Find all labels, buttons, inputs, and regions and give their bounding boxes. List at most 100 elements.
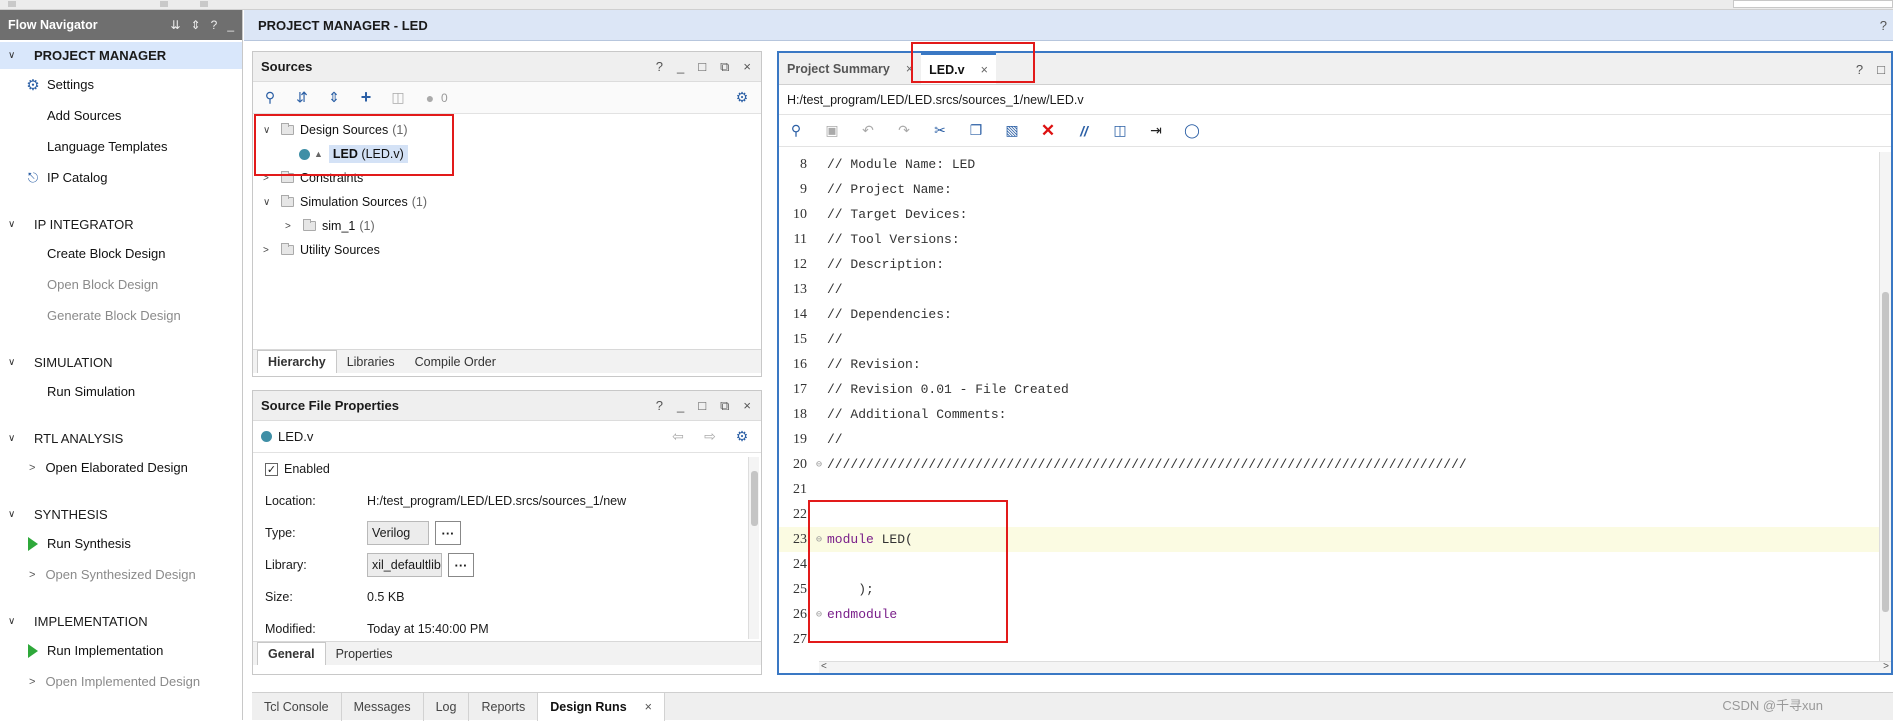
- chevron-right-icon[interactable]: >: [29, 676, 35, 688]
- code-line[interactable]: 13//: [779, 277, 1879, 302]
- chevron-down-icon[interactable]: ∨: [8, 433, 22, 444]
- nav-item-generate-block-design[interactable]: Generate Block Design: [0, 300, 242, 331]
- nav-section-synthesis[interactable]: ∨ SYNTHESIS: [0, 501, 242, 528]
- chevron-down-icon[interactable]: ∨: [8, 219, 22, 230]
- library-field[interactable]: xil_defaultlib: [367, 553, 442, 577]
- nav-section-project-manager[interactable]: ∨ PROJECT MANAGER: [0, 42, 242, 69]
- tree-constraints[interactable]: > Constraints: [263, 166, 761, 190]
- code-line[interactable]: 21: [779, 477, 1879, 502]
- float-icon[interactable]: ⧉: [720, 398, 729, 414]
- minimize-icon[interactable]: _: [677, 59, 684, 75]
- search-icon[interactable]: ⚲: [261, 89, 279, 107]
- close-icon[interactable]: ×: [645, 700, 652, 714]
- nav-item-settings[interactable]: ⚙ Settings: [0, 69, 242, 100]
- chevron-down-icon[interactable]: ∨: [8, 50, 22, 61]
- minimize-icon[interactable]: _: [227, 18, 234, 32]
- code-line[interactable]: 18// Additional Comments:: [779, 402, 1879, 427]
- tab-tcl-console[interactable]: Tcl Console: [252, 693, 342, 721]
- minimize-icon[interactable]: _: [677, 398, 684, 414]
- code-line[interactable]: 14// Dependencies:: [779, 302, 1879, 327]
- maximize-icon[interactable]: □: [698, 59, 706, 75]
- gear-icon[interactable]: ⚙: [733, 428, 751, 446]
- back-arrow-icon[interactable]: ⇦: [669, 428, 687, 446]
- tab-libraries[interactable]: Libraries: [337, 351, 405, 373]
- nav-item-language-templates[interactable]: Language Templates: [0, 131, 242, 162]
- close-icon[interactable]: ×: [743, 59, 751, 75]
- maximize-icon[interactable]: □: [1877, 62, 1885, 77]
- nav-item-run-implementation[interactable]: Run Implementation: [0, 635, 242, 666]
- help-icon[interactable]: ?: [1880, 18, 1887, 33]
- code-line[interactable]: 11// Tool Versions:: [779, 227, 1879, 252]
- nav-item-add-sources[interactable]: Add Sources: [0, 100, 242, 131]
- code-line[interactable]: 8// Module Name: LED: [779, 152, 1879, 177]
- redo-icon[interactable]: ↷: [895, 122, 913, 140]
- chevron-right-icon[interactable]: >: [29, 462, 35, 474]
- tab-led-v[interactable]: LED.v ×: [921, 53, 996, 84]
- toggle-column-icon[interactable]: ◫: [1111, 122, 1129, 140]
- maximize-icon[interactable]: □: [698, 398, 706, 414]
- code-line[interactable]: 27: [779, 627, 1879, 652]
- nav-item-open-block-design[interactable]: Open Block Design: [0, 269, 242, 300]
- tree-design-sources[interactable]: ∨ Design Sources(1): [263, 118, 761, 142]
- document-icon[interactable]: ◫: [389, 89, 407, 107]
- float-icon[interactable]: ⧉: [720, 59, 729, 75]
- code-line[interactable]: 12// Description:: [779, 252, 1879, 277]
- enabled-checkbox[interactable]: ✓: [265, 463, 278, 476]
- nav-item-open-synthesized-design[interactable]: > Open Synthesized Design: [0, 559, 242, 590]
- code-line[interactable]: 9// Project Name:: [779, 177, 1879, 202]
- nav-item-ip-catalog[interactable]: ⎋ IP Catalog: [0, 162, 242, 193]
- chevron-right-icon[interactable]: >: [285, 221, 299, 232]
- tree-sim-1[interactable]: > sim_1(1): [263, 214, 761, 238]
- library-ellipsis-button[interactable]: ···: [448, 553, 474, 577]
- chevron-down-icon[interactable]: ∨: [263, 125, 277, 136]
- chevron-down-icon[interactable]: ∨: [263, 197, 277, 208]
- help-icon[interactable]: ?: [656, 398, 663, 414]
- nav-item-run-synthesis[interactable]: Run Synthesis: [0, 528, 242, 559]
- chevron-right-icon[interactable]: >: [263, 245, 277, 256]
- nav-item-create-block-design[interactable]: Create Block Design: [0, 238, 242, 269]
- save-icon[interactable]: ▣: [823, 122, 841, 140]
- nav-item-open-elaborated-design[interactable]: > Open Elaborated Design: [0, 452, 242, 483]
- code-area[interactable]: 8// Module Name: LED9// Project Name:10/…: [779, 152, 1879, 661]
- paste-icon[interactable]: ▧: [1003, 122, 1021, 140]
- tab-project-summary[interactable]: Project Summary ×: [779, 53, 921, 84]
- expand-all-icon[interactable]: ⇕: [325, 89, 343, 107]
- nav-section-implementation[interactable]: ∨ IMPLEMENTATION: [0, 608, 242, 635]
- indent-icon[interactable]: ⇥: [1147, 122, 1165, 140]
- code-line[interactable]: 25 );: [779, 577, 1879, 602]
- tab-reports[interactable]: Reports: [469, 693, 538, 721]
- close-icon[interactable]: ×: [981, 63, 988, 77]
- help-icon[interactable]: ?: [656, 59, 663, 75]
- close-icon[interactable]: ×: [906, 62, 913, 76]
- chevron-right-icon[interactable]: >: [29, 569, 35, 581]
- nav-section-simulation[interactable]: ∨ SIMULATION: [0, 349, 242, 376]
- search-icon[interactable]: ⚲: [787, 122, 805, 140]
- collapse-all-icon[interactable]: ⇵: [293, 89, 311, 107]
- expand-all-icon[interactable]: ⇕: [191, 18, 201, 32]
- properties-scrollbar[interactable]: [748, 457, 759, 639]
- chevron-down-icon[interactable]: ∨: [8, 616, 22, 627]
- tree-led-file[interactable]: ▲ LED (LED.v): [263, 142, 761, 166]
- tree-simulation-sources[interactable]: ∨ Simulation Sources(1): [263, 190, 761, 214]
- chevron-down-icon[interactable]: ∨: [8, 509, 22, 520]
- undo-icon[interactable]: ↶: [859, 122, 877, 140]
- nav-item-open-implemented-design[interactable]: > Open Implemented Design: [0, 666, 242, 697]
- collapse-all-icon[interactable]: ⇊: [171, 18, 181, 32]
- code-line[interactable]: 16// Revision:: [779, 352, 1879, 377]
- tab-log[interactable]: Log: [424, 693, 470, 721]
- tab-hierarchy[interactable]: Hierarchy: [257, 350, 337, 373]
- add-icon[interactable]: +: [357, 89, 375, 107]
- tab-compile-order[interactable]: Compile Order: [405, 351, 506, 373]
- help-icon[interactable]: ?: [1856, 62, 1863, 77]
- code-line[interactable]: 17// Revision 0.01 - File Created: [779, 377, 1879, 402]
- tree-utility-sources[interactable]: > Utility Sources: [263, 238, 761, 262]
- help-icon[interactable]: ?: [211, 18, 218, 32]
- lightbulb-icon[interactable]: ◯: [1183, 122, 1201, 140]
- code-line[interactable]: 24: [779, 552, 1879, 577]
- copy-icon[interactable]: ❐: [967, 122, 985, 140]
- editor-vertical-scrollbar[interactable]: [1879, 152, 1891, 661]
- type-field[interactable]: Verilog: [367, 521, 429, 545]
- tab-general[interactable]: General: [257, 642, 326, 665]
- tab-properties[interactable]: Properties: [326, 643, 403, 665]
- editor-horizontal-scrollbar[interactable]: < >: [819, 661, 1891, 673]
